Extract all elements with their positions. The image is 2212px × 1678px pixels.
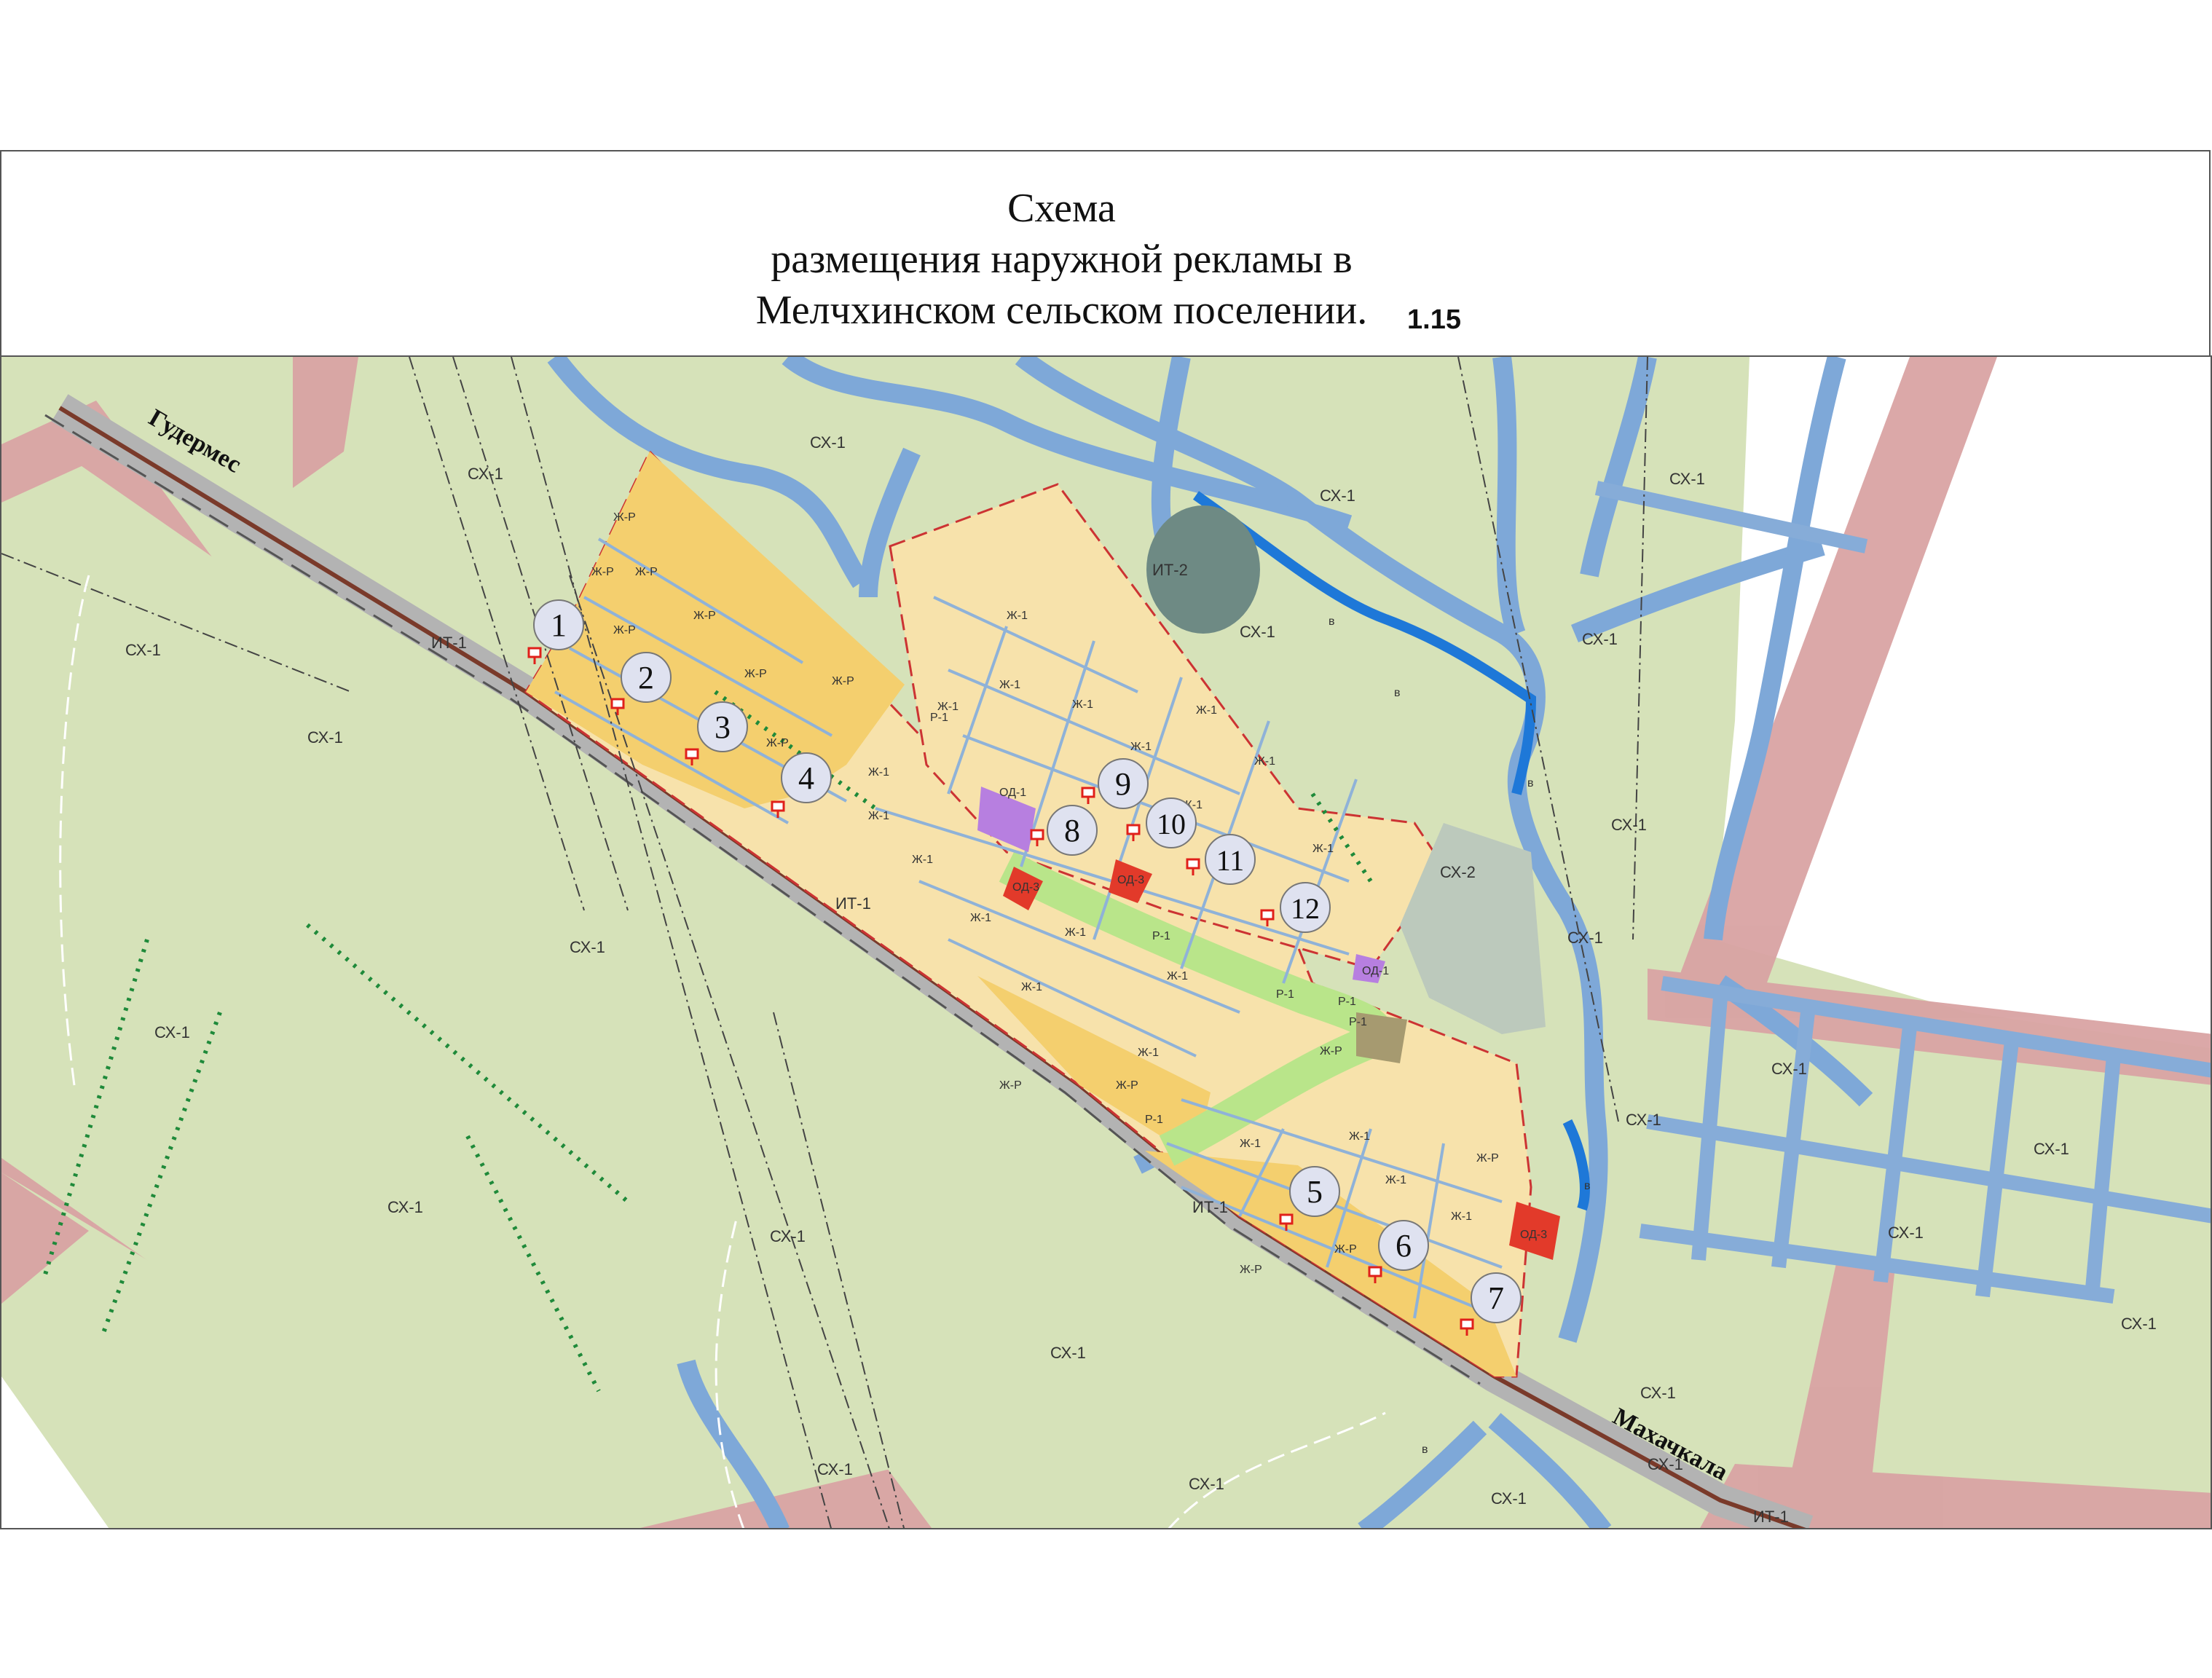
ad-site-number: 5	[1307, 1174, 1323, 1210]
zone-label-agri: СХ-1	[770, 1227, 806, 1245]
block-label: Ж-1	[1065, 926, 1086, 939]
block-label: Ж-Р	[1240, 1264, 1262, 1276]
zone-label-infra1: ИТ-1	[1192, 1198, 1228, 1216]
block-label: Ж-1	[999, 679, 1020, 691]
zone-label-agri: СХ-1	[1640, 1384, 1676, 1402]
block-label: Ж-1	[868, 766, 889, 779]
block-label: Ж-1	[1451, 1210, 1472, 1223]
block-label: Ж-1	[1254, 755, 1275, 768]
block-label: Ж-1	[1312, 843, 1334, 855]
water-label: в	[1422, 1443, 1428, 1456]
title-block: Схема размещения наружной рекламы в Мелч…	[0, 150, 2211, 355]
block-label: Ж-1	[1072, 698, 1093, 711]
block-label: Ж-Р	[1334, 1243, 1357, 1256]
zone-label-agri: СХ-1	[1771, 1060, 1807, 1078]
block-label: Ж-Р	[999, 1079, 1022, 1092]
ad-site-number: 7	[1488, 1280, 1504, 1316]
zone-label-agri: СХ-1	[1050, 1344, 1086, 1362]
block-label: ОД-1	[1362, 965, 1389, 977]
map-title-line-1: Схема	[1007, 186, 1116, 231]
block-label: Ж-1	[1349, 1130, 1370, 1143]
block-label: ОД-3	[1520, 1229, 1547, 1241]
block-label: Ж-Р	[613, 624, 636, 637]
block-label: ОД-3	[1117, 874, 1144, 886]
zone-label-agri: СХ-1	[307, 728, 343, 747]
ad-site-number: 9	[1115, 766, 1131, 802]
block-label: Ж-Р	[1320, 1045, 1342, 1057]
block-label: Р-1	[1349, 1016, 1367, 1028]
block-label: Ж-Р	[591, 566, 614, 578]
block-label: Р-1	[1276, 988, 1294, 1001]
map-title-line-2: размещения наружной рекламы в	[771, 237, 1353, 282]
block-label: Ж-1	[1167, 970, 1188, 982]
zone-label-infra1: ИТ-1	[431, 634, 467, 652]
block-label: Ж-1	[1130, 741, 1152, 753]
zone-label-agri: СХ-1	[817, 1460, 853, 1478]
ad-site-number: 10	[1157, 808, 1186, 840]
block-label: Р-1	[1152, 930, 1170, 942]
zone-label-infra2: ИТ-2	[1152, 561, 1188, 579]
map-title-line-3: Мелчхинском сельском поселении.	[755, 288, 1368, 333]
block-label: Ж-1	[1021, 981, 1042, 993]
zone-label-agri: СХ-1	[1582, 630, 1618, 648]
block-label: Ж-Р	[766, 737, 789, 749]
zone-label-agri: СХ-1	[154, 1023, 190, 1041]
zone-label-infra1: ИТ-1	[835, 894, 871, 913]
zone-label-agri2: СХ-2	[1440, 863, 1476, 881]
block-label: Ж-Р	[832, 675, 854, 688]
block-label: Ж-Р	[1116, 1079, 1138, 1092]
block-label: Ж-1	[868, 810, 889, 822]
zone-label-agri: СХ-1	[1320, 487, 1355, 505]
ad-site-number: 11	[1216, 844, 1245, 877]
block-label: Ж-Р	[635, 566, 658, 578]
ad-site-number: 8	[1064, 813, 1080, 848]
block-label: Р-1	[1338, 996, 1356, 1008]
water-label: в	[1584, 1180, 1591, 1192]
zone-label-agri: СХ-1	[1888, 1224, 1924, 1242]
block-label: Ж-Р	[613, 511, 636, 524]
block-label: Ж-1	[1240, 1138, 1261, 1150]
zone-label-agri: СХ-1	[810, 433, 846, 452]
ad-site-number: 6	[1396, 1228, 1412, 1264]
zone-label-agri: СХ-1	[2034, 1140, 2069, 1158]
zone-label-agri: СХ-1	[468, 465, 503, 483]
block-label: Р-1	[1145, 1114, 1163, 1126]
block-label: Ж-1	[1138, 1047, 1159, 1059]
zone-label-agri: СХ-1	[570, 938, 605, 956]
block-label: Ж-1	[1196, 704, 1217, 717]
zone-label-agri: СХ-1	[1626, 1111, 1661, 1129]
ad-site-number: 12	[1291, 892, 1320, 925]
water-label: в	[1527, 777, 1534, 789]
zone-label-agri: СХ-1	[125, 641, 161, 659]
block-label: Ж-Р	[744, 668, 767, 680]
block-label: Ж-1	[1007, 610, 1028, 622]
map-canvas[interactable]: СХ-1 СХ-1 СХ-1 СХ-1 СХ-1 СХ-1 СХ-1 СХ-1 …	[0, 355, 2212, 1529]
ad-site-number: 4	[798, 760, 814, 796]
zone-label-agri: СХ-1	[1669, 470, 1705, 488]
map-svg: СХ-1 СХ-1 СХ-1 СХ-1 СХ-1 СХ-1 СХ-1 СХ-1 …	[1, 357, 2211, 1528]
block-label: Ж-1	[970, 912, 991, 924]
zone-label-agri: СХ-1	[1611, 816, 1647, 834]
water-label: в	[1394, 687, 1401, 699]
block-label: Ж-Р	[693, 610, 716, 622]
block-label: ОД-1	[999, 787, 1026, 799]
block-label: Ж-Р	[1476, 1152, 1499, 1165]
zone-label-agri: СХ-1	[1240, 623, 1275, 641]
sheet-number: 1.15	[1407, 304, 1461, 335]
block-label: Р-1	[930, 712, 948, 724]
block-label: Ж-1	[912, 854, 933, 866]
block-label: Ж-1	[1385, 1174, 1406, 1186]
zone-label-infra1: ИТ-1	[1753, 1508, 1789, 1526]
block-label: ОД-3	[1012, 881, 1039, 894]
ad-site-number: 3	[715, 709, 731, 745]
zone-label-agri: СХ-1	[2121, 1315, 2157, 1333]
zone-label-agri: СХ-1	[1189, 1475, 1224, 1493]
water-label: в	[1329, 615, 1335, 628]
ad-site-number: 2	[638, 660, 654, 696]
zone-label-agri: СХ-1	[387, 1198, 423, 1216]
ad-site-number: 1	[551, 607, 567, 643]
zone-label-agri: СХ-1	[1567, 929, 1603, 947]
zone-label-agri: СХ-1	[1491, 1489, 1527, 1508]
